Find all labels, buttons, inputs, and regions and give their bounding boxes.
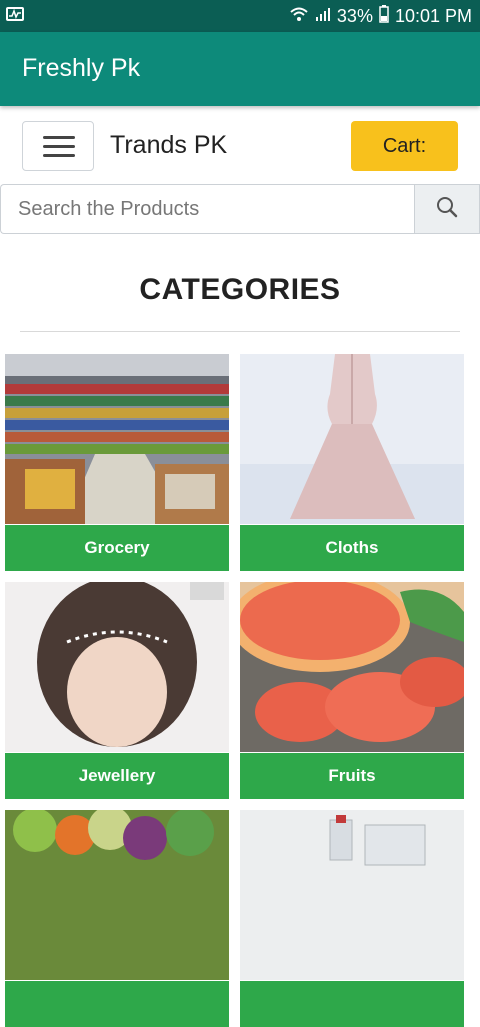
menu-button[interactable] xyxy=(22,121,94,171)
cart-label: Cart: xyxy=(382,134,427,157)
kitchen-image xyxy=(240,810,464,980)
category-card-jewellery[interactable]: Jewellery xyxy=(5,582,229,799)
jewellery-image xyxy=(5,582,229,752)
category-card-grocery[interactable]: Grocery xyxy=(5,354,229,571)
cart-button[interactable]: Cart: xyxy=(351,121,458,171)
category-label: Cloths xyxy=(240,525,464,571)
search-icon xyxy=(435,195,459,224)
vegetables-image xyxy=(5,810,229,980)
app-bar: Freshly Pk xyxy=(0,32,480,106)
categories-heading: CATEGORIES xyxy=(139,273,341,306)
brand-name: Trands PK xyxy=(110,131,228,159)
cloths-image xyxy=(240,354,464,524)
fruits-image xyxy=(240,582,464,752)
battery-icon xyxy=(379,4,389,28)
category-card-fruits[interactable]: Fruits xyxy=(240,582,464,799)
status-bar: 33% 10:01 PM xyxy=(0,0,480,32)
category-label xyxy=(240,981,464,1027)
category-card-vegetables[interactable] xyxy=(5,810,229,1027)
category-card-cloths[interactable]: Cloths xyxy=(240,354,464,571)
signal-icon xyxy=(315,6,331,27)
category-label xyxy=(5,981,229,1027)
wifi-icon xyxy=(289,6,309,27)
category-label: Grocery xyxy=(5,525,229,571)
search-button[interactable] xyxy=(414,184,480,234)
category-label: Fruits xyxy=(240,753,464,799)
category-label: Jewellery xyxy=(5,753,229,799)
grocery-image xyxy=(5,354,229,524)
category-card-kitchen[interactable] xyxy=(240,810,464,1027)
battery-percent: 33% xyxy=(336,5,373,26)
activity-icon xyxy=(6,7,24,21)
search-input[interactable] xyxy=(0,184,414,234)
clock: 10:01 PM xyxy=(394,5,472,26)
app-title: Freshly Pk xyxy=(22,54,141,82)
divider xyxy=(20,331,460,332)
